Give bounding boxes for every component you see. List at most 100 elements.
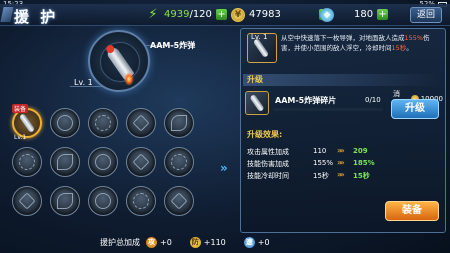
effect-next: 185% — [353, 159, 375, 167]
skill-slot[interactable] — [50, 147, 80, 177]
skill-slot[interactable] — [88, 147, 118, 177]
defense-bonus-value: +110 — [203, 237, 226, 247]
desc-damage-highlight: 155% — [404, 34, 424, 42]
skill-icon — [171, 154, 187, 170]
effect-current: 15秒 — [313, 172, 329, 180]
missile-icon — [252, 38, 270, 58]
skill-icon — [132, 114, 150, 132]
skill-slot[interactable] — [88, 186, 118, 216]
return-button[interactable]: 返回 — [410, 7, 442, 23]
effect-current: 155% — [313, 159, 334, 167]
material-count: 0/10 — [365, 96, 381, 104]
skill-slot[interactable] — [88, 108, 118, 138]
material-name: AAM-5炸弹碎片 — [275, 96, 337, 105]
title-decoration — [0, 7, 14, 22]
skill-icon — [57, 154, 73, 170]
page-title: 援 护 — [14, 8, 59, 26]
skill-slot[interactable] — [126, 147, 156, 177]
skill-icon — [57, 115, 73, 131]
skill-slot[interactable] — [12, 147, 42, 177]
skill-icon — [170, 192, 188, 210]
skill-slot[interactable] — [50, 108, 80, 138]
effect-next: 15秒 — [353, 172, 370, 180]
attack-bonus: 攻 +0 — [146, 236, 172, 248]
equip-button[interactable]: 装备 — [385, 201, 439, 221]
top-bar: 援 护 ⚡ 4939/120 + ¥ 47983 + ◆ 180 + 返回 — [0, 4, 450, 26]
desc-text: 从空中快速落下一枚导弹，对地面敌人造成 — [281, 34, 405, 42]
flame-icon — [124, 72, 134, 86]
skill-slot[interactable] — [164, 108, 194, 138]
material-progress-bar — [273, 108, 383, 111]
skill-slot[interactable] — [164, 186, 194, 216]
coin-icon: ¥ — [231, 7, 245, 22]
effect-next: 209 — [353, 147, 368, 155]
effect-current: 110 — [313, 147, 327, 155]
skill-icon — [95, 115, 111, 131]
skill-slot-aam5[interactable]: 装备 Lv.1 — [12, 104, 42, 141]
effect-label: 攻击属性加成 — [247, 148, 289, 156]
double-chevron-right-icon: » — [220, 161, 228, 175]
upgrade-section-header: 升级 — [243, 74, 443, 86]
skill-grid: 装备 Lv.1 — [12, 104, 201, 221]
skill-icon — [19, 154, 35, 170]
attack-icon: 攻 — [146, 236, 157, 248]
missile-icon — [18, 113, 36, 133]
skill-slot[interactable] — [12, 186, 42, 216]
desc-text: 。 — [406, 44, 413, 52]
skill-slot[interactable] — [126, 186, 156, 216]
effect-row-damage: 技能伤害加成 155% »» 185% — [247, 158, 443, 171]
skill-icon — [132, 153, 150, 171]
skill-slot[interactable] — [50, 186, 80, 216]
double-arrow-right-icon: »» — [337, 158, 345, 167]
equipped-badge: 装备 — [12, 104, 29, 113]
attack-bonus-value: +0 — [160, 237, 172, 247]
bonus-label: 援护总加成 — [100, 237, 140, 247]
double-arrow-right-icon: »» — [337, 170, 345, 179]
skill-icon — [95, 154, 111, 170]
fragment-icon — [245, 91, 269, 115]
skill-grid-frame: 装备 Lv.1 — [12, 104, 212, 230]
effect-label: 技能伤害加成 — [247, 160, 289, 168]
skill-detail-panel: Lv. 1 从空中快速落下一枚导弹，对地面敌人造成155%伤害，并使小范围的敌人… — [240, 28, 446, 233]
selected-skill-name: AAM-5炸弹 — [150, 41, 196, 50]
upgrade-effect-table: 攻击属性加成 110 »» 209 技能伤害加成 155% »» 185% 技能… — [247, 146, 443, 183]
missile-icon — [249, 93, 265, 113]
double-arrow-right-icon: »» — [337, 146, 345, 155]
defense-icon: 防 — [189, 236, 201, 248]
energy-current: 4939 — [164, 9, 190, 20]
speed-bonus: 速 +0 — [243, 236, 270, 248]
skill-slot[interactable] — [164, 147, 194, 177]
effect-row-cooldown: 技能冷却时间 15秒 »» 15秒 — [247, 170, 443, 183]
upgrade-material-row: AAM-5炸弹碎片 0/10 消耗: 10000 升级 — [245, 89, 443, 121]
add-energy-button[interactable]: + — [215, 9, 227, 20]
add-gems-button[interactable]: + — [377, 9, 389, 20]
upgrade-button[interactable]: 升级 — [391, 99, 439, 119]
desc-cooldown-highlight: 15秒 — [391, 44, 407, 52]
skill-icon — [18, 192, 36, 210]
skill-icon — [95, 193, 111, 209]
defense-bonus: 防 +110 — [189, 236, 226, 248]
gem-amount: 180 — [354, 9, 374, 20]
coin-resource: ¥ 47983 + — [231, 7, 330, 22]
lightning-icon: ⚡ — [148, 7, 158, 22]
support-bonus-bar: 援护总加成 攻 +0 防 +110 速 +0 — [100, 234, 288, 250]
support-skill-panel: AAM-5炸弹 Lv. 1 装备 Lv.1 » — [4, 28, 240, 228]
coin-amount: 47983 — [249, 9, 281, 20]
skill-detail-level: Lv. 1 — [251, 33, 268, 41]
effect-label: 技能冷却时间 — [247, 172, 289, 180]
skill-slot-level: Lv.1 — [14, 134, 27, 141]
skill-icon — [171, 115, 187, 131]
skill-description: 从空中快速落下一枚导弹，对地面敌人造成155%伤害，并使小范围的敌人浮空，冷却时… — [281, 33, 441, 53]
energy-max: /120 — [189, 9, 212, 20]
selected-skill-level: Lv. 1 — [74, 78, 93, 87]
energy-resource: ⚡ 4939/120 + — [146, 7, 227, 22]
skill-icon — [133, 193, 149, 209]
upgrade-effect-title: 升级效果: — [247, 130, 283, 139]
gem-resource: ◆ 180 + — [320, 7, 389, 22]
selected-skill-orb[interactable] — [88, 30, 150, 92]
speed-icon: 速 — [243, 236, 255, 248]
skill-slot[interactable] — [126, 108, 156, 138]
gem-icon: ◆ — [320, 7, 334, 22]
speed-bonus-value: +0 — [257, 237, 270, 247]
skill-icon — [57, 193, 73, 209]
